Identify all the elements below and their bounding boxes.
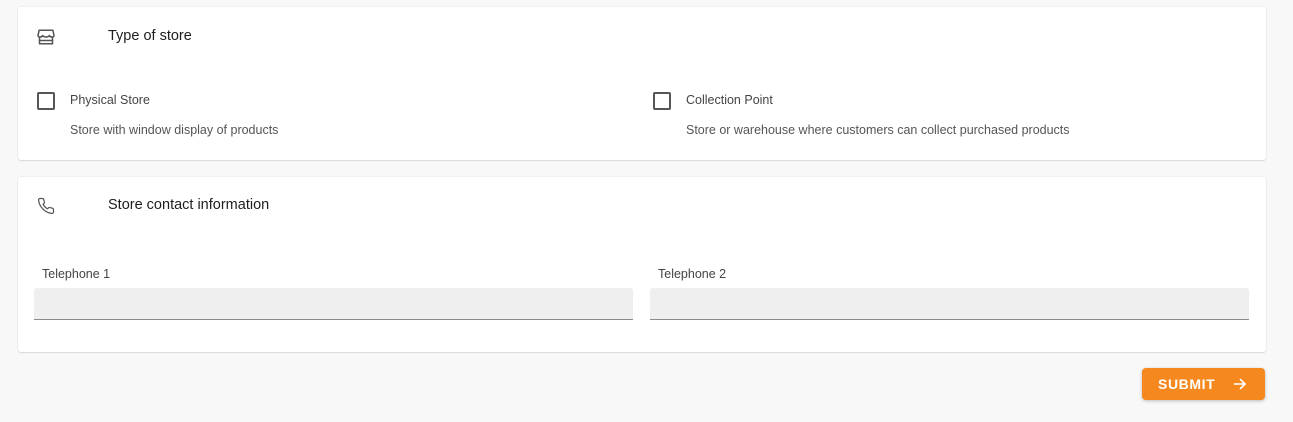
collection-point-description: Store or warehouse where customers can c… — [686, 123, 1070, 137]
submit-button[interactable]: SUBMIT — [1142, 368, 1265, 400]
telephone-2-label: Telephone 2 — [658, 267, 727, 281]
telephone-1-field: Telephone 1 — [34, 267, 633, 320]
collection-point-label[interactable]: Collection Point — [686, 93, 773, 107]
arrow-right-icon — [1232, 376, 1248, 392]
store-type-card: Type of store Physical Store Store with … — [18, 7, 1266, 160]
store-type-header: Type of store — [36, 27, 192, 47]
store-type-title: Type of store — [108, 28, 192, 44]
storefront-icon — [36, 27, 56, 47]
physical-store-label[interactable]: Physical Store — [70, 93, 150, 107]
submit-button-label: SUBMIT — [1158, 376, 1216, 392]
telephone-2-input[interactable] — [650, 288, 1249, 320]
physical-store-description: Store with window display of products — [70, 123, 279, 137]
contact-info-title: Store contact information — [108, 197, 270, 213]
collection-point-checkbox[interactable] — [653, 92, 671, 110]
physical-store-checkbox[interactable] — [37, 92, 55, 110]
telephone-2-field: Telephone 2 — [650, 267, 1249, 320]
phone-icon — [36, 196, 56, 216]
contact-info-card: Store contact information Telephone 1 Te… — [18, 177, 1266, 352]
telephone-1-input[interactable] — [34, 288, 633, 320]
telephone-1-label: Telephone 1 — [42, 267, 111, 281]
contact-info-header: Store contact information — [36, 196, 269, 216]
